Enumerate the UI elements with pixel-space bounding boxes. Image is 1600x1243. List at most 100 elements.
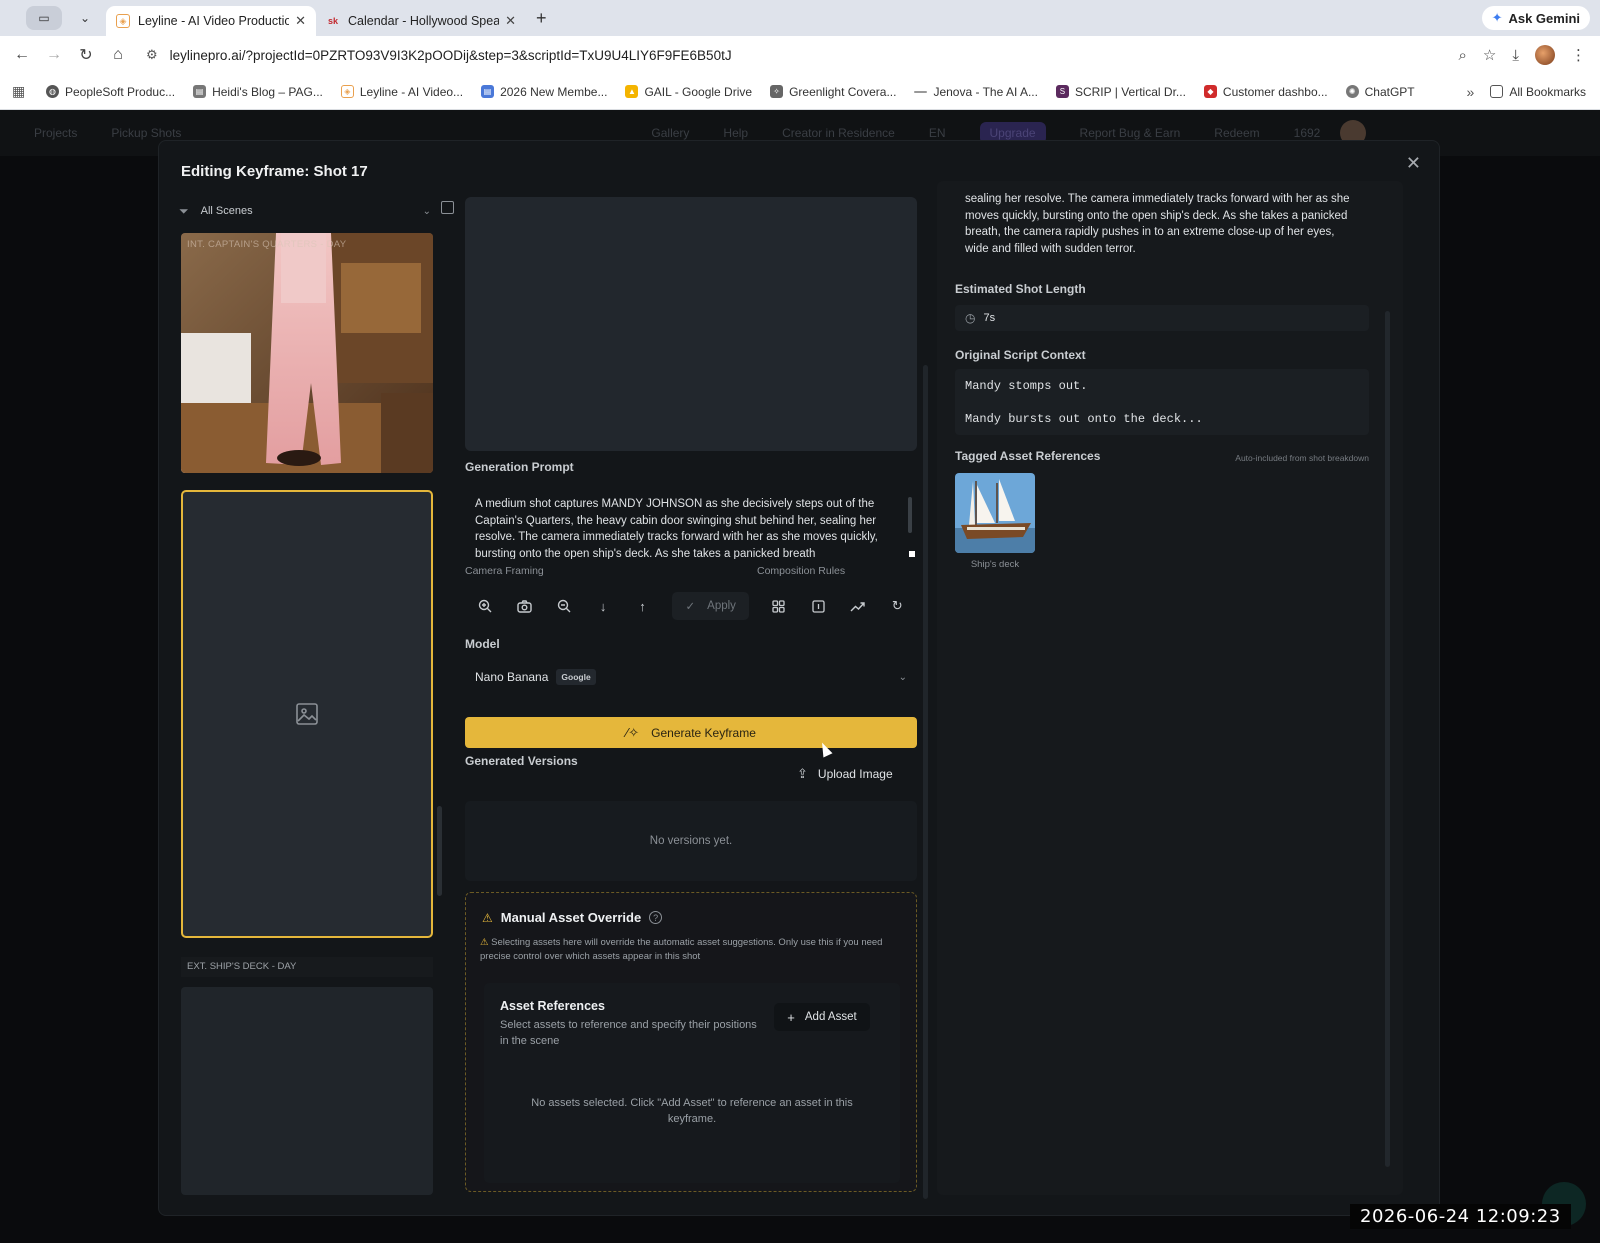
keyframe-thumbnail-shot-17-selected[interactable] bbox=[181, 490, 433, 938]
nav-pickup-shots[interactable]: Pickup Shots bbox=[111, 126, 181, 140]
tab-search-button[interactable]: ▭ bbox=[26, 6, 62, 30]
tagged-asset-ships-deck[interactable] bbox=[955, 473, 1035, 553]
leyline-icon: ◈ bbox=[340, 85, 354, 98]
center-frame-icon[interactable] bbox=[799, 591, 838, 621]
bookmark-label: GAIL - Google Drive bbox=[644, 84, 753, 99]
tab-list-chevron-icon[interactable]: ⌄ bbox=[74, 11, 96, 25]
asset-references-panel: Asset References Select assets to refere… bbox=[484, 983, 900, 1183]
url-field[interactable]: ⚙ leylinepro.ai/?projectId=0PZRTO93V9I3K… bbox=[146, 47, 1459, 63]
script-line: Mandy bursts out onto the deck... bbox=[965, 412, 1203, 426]
override-warning-note: ⚠ Selecting assets here will override th… bbox=[480, 936, 904, 964]
zoom-icon[interactable]: ⌕ bbox=[1459, 47, 1467, 64]
reset-icon[interactable]: ↻ bbox=[878, 591, 917, 621]
left-scrollbar[interactable] bbox=[437, 806, 442, 896]
browser-menu-icon[interactable]: ⋮ bbox=[1571, 46, 1586, 64]
bookmark-item[interactable]: ▲ GAIL - Google Drive bbox=[625, 85, 752, 99]
bookmark-label: ChatGPT bbox=[1364, 84, 1415, 99]
trend-line-icon[interactable] bbox=[838, 591, 877, 621]
all-bookmarks-button[interactable]: All Bookmarks bbox=[1490, 85, 1586, 99]
bookmark-item[interactable]: ◆ Customer dashbo... bbox=[1203, 85, 1328, 99]
bookmark-item[interactable]: ▤ 2026 New Membe... bbox=[481, 85, 607, 99]
upload-icon: ⇪ bbox=[797, 766, 808, 781]
scene-label: INT. CAPTAIN'S QUARTERS - DAY bbox=[187, 239, 347, 250]
bookmark-item[interactable]: ✧ Greenlight Covera... bbox=[770, 85, 896, 99]
bookmark-item[interactable]: ◈ Leyline - AI Video... bbox=[340, 85, 463, 99]
generate-keyframe-button[interactable]: ⁄✧ Generate Keyframe bbox=[465, 717, 917, 748]
more-bookmarks-chevron-icon[interactable]: » bbox=[1467, 84, 1475, 100]
middle-scrollbar[interactable] bbox=[923, 365, 928, 1199]
asset-references-title: Asset References bbox=[500, 999, 605, 1013]
bookmark-label: Heidi's Blog – PAG... bbox=[212, 84, 323, 99]
no-assets-text: No assets selected. Click "Add Asset" to… bbox=[531, 1097, 853, 1125]
override-heading: ⚠ Manual Asset Override ? bbox=[482, 910, 663, 925]
generation-prompt-label: Generation Prompt bbox=[465, 460, 574, 474]
nav-gallery[interactable]: Gallery bbox=[651, 126, 689, 140]
bookmark-item[interactable]: ✺ ChatGPT bbox=[1345, 84, 1415, 99]
shot-length-field[interactable]: ◷ 7s bbox=[955, 305, 1369, 331]
script-context-box: Mandy stomps out. Mandy bursts out onto … bbox=[955, 369, 1369, 435]
keyframe-thumbnail-shot-16[interactable]: INT. CAPTAIN'S QUARTERS - DAY bbox=[181, 233, 433, 473]
model-name: Nano Banana bbox=[475, 670, 549, 684]
upload-image-button[interactable]: ⇪ Upload Image bbox=[797, 766, 893, 782]
site-settings-icon[interactable]: ⚙ bbox=[146, 47, 158, 63]
tilt-down-icon[interactable]: ↓ bbox=[583, 591, 622, 621]
back-arrow-icon[interactable]: ← bbox=[6, 46, 38, 64]
profile-avatar[interactable] bbox=[1535, 45, 1555, 65]
tilt-up-icon[interactable]: ↑ bbox=[623, 591, 662, 621]
chevron-down-icon: ⌄ bbox=[898, 671, 907, 683]
nav-help[interactable]: Help bbox=[723, 126, 748, 140]
download-icon[interactable]: ⤓ bbox=[1512, 47, 1519, 64]
nav-projects[interactable]: Projects bbox=[34, 126, 77, 140]
forward-arrow-icon[interactable]: → bbox=[38, 46, 70, 64]
no-versions-text: No versions yet. bbox=[649, 835, 733, 847]
report-bug-button[interactable]: Report Bug & Earn bbox=[1080, 126, 1181, 140]
scene-filter-select[interactable]: ⏷ All Scenes ⌄ bbox=[179, 199, 431, 223]
browser-tab-leyline[interactable]: ◈ Leyline - AI Video Production ✕ bbox=[106, 6, 316, 36]
apply-button[interactable]: ✓ Apply bbox=[672, 592, 750, 620]
keyframe-thumbnail-shot-18[interactable] bbox=[181, 987, 433, 1195]
apps-grid-icon[interactable]: ▦ bbox=[12, 83, 28, 100]
generation-prompt-textarea[interactable]: A medium shot captures MANDY JOHNSON as … bbox=[465, 493, 917, 559]
bookmark-star-icon[interactable]: ☆ bbox=[1483, 46, 1496, 64]
image-placeholder-icon bbox=[296, 703, 318, 725]
close-tab-icon[interactable]: ✕ bbox=[295, 13, 306, 29]
collapse-panel-icon[interactable] bbox=[441, 201, 454, 214]
grid-icon[interactable] bbox=[759, 591, 798, 621]
bookmark-item[interactable]: ▤ Heidi's Blog – PAG... bbox=[193, 85, 323, 99]
prompt-scrollbar[interactable] bbox=[908, 497, 912, 533]
right-scrollbar[interactable] bbox=[1385, 311, 1390, 1167]
camera-framing-label: Camera Framing bbox=[465, 565, 544, 577]
ask-gemini-button[interactable]: ✦ Ask Gemini bbox=[1481, 6, 1590, 30]
nav-language[interactable]: EN bbox=[929, 126, 946, 140]
model-select[interactable]: Nano Banana Google ⌄ bbox=[465, 661, 917, 693]
checkmark-icon: ✓ bbox=[685, 601, 696, 613]
nav-creator[interactable]: Creator in Residence bbox=[782, 126, 895, 140]
close-modal-icon[interactable]: ✕ bbox=[1406, 153, 1421, 174]
bookmark-item[interactable]: ◍ PeopleSoft Produc... bbox=[46, 85, 175, 99]
new-tab-plus-icon[interactable]: + bbox=[536, 8, 547, 29]
bookmark-item[interactable]: S SCRIP | Vertical Dr... bbox=[1055, 85, 1186, 99]
camera-icon[interactable] bbox=[504, 591, 543, 621]
redeem-button[interactable]: Redeem bbox=[1214, 126, 1259, 140]
shot-length-value: 7s bbox=[983, 312, 996, 324]
help-circle-icon[interactable]: ? bbox=[649, 911, 663, 924]
bookmark-label: Greenlight Covera... bbox=[789, 84, 897, 99]
close-tab-icon[interactable]: ✕ bbox=[505, 13, 516, 29]
leyline-favicon-icon: ◈ bbox=[116, 14, 130, 28]
plus-icon: + bbox=[787, 1009, 795, 1025]
shot-description-text: sealing her resolve. The camera immediat… bbox=[965, 193, 1350, 255]
reload-icon[interactable]: ↻ bbox=[70, 45, 102, 65]
tagged-assets-label: Tagged Asset References bbox=[955, 449, 1101, 463]
calendar-favicon-icon: sk bbox=[327, 16, 338, 26]
bookmark-item[interactable]: Jenova - The AI A... bbox=[914, 85, 1038, 99]
scene-filter-value: All Scenes bbox=[200, 205, 253, 217]
browser-tab-calendar[interactable]: sk Calendar - Hollywood Speakers ✕ bbox=[316, 6, 526, 36]
zoom-out-icon[interactable] bbox=[544, 591, 583, 621]
globe-icon: ◍ bbox=[46, 85, 59, 98]
home-icon[interactable]: ⌂ bbox=[102, 46, 134, 64]
bookmark-label: Jenova - The AI A... bbox=[933, 84, 1038, 99]
add-asset-button[interactable]: + Add Asset bbox=[774, 1003, 870, 1031]
generate-keyframe-label: Generate Keyframe bbox=[651, 725, 756, 740]
resize-handle[interactable] bbox=[909, 551, 915, 557]
zoom-in-icon[interactable] bbox=[465, 591, 504, 621]
